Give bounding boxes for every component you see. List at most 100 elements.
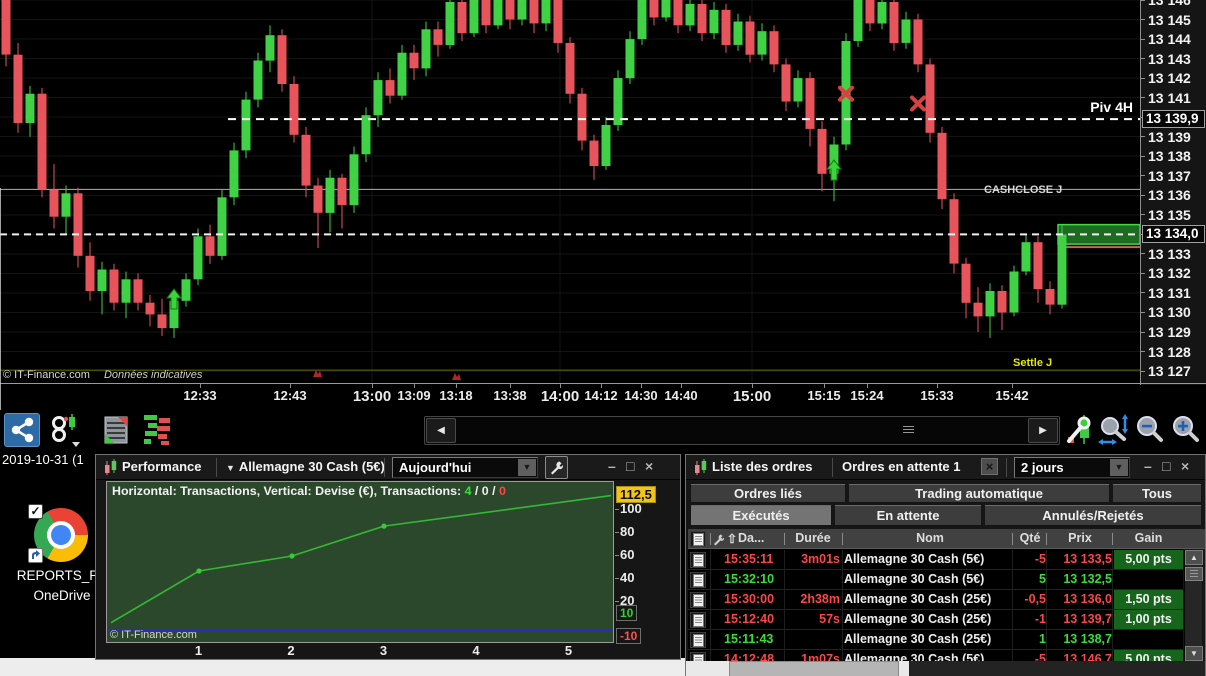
orders-hscroll-thumb[interactable] xyxy=(729,661,899,676)
vscroll-thumb[interactable] xyxy=(1185,567,1203,581)
minimize-button[interactable]: – xyxy=(608,458,616,474)
perf-upper-badge: 10 xyxy=(616,604,638,621)
price-axis[interactable]: 13 127 13 128 13 129 13 130 13 131 13 132 13 1… xyxy=(1140,0,1206,385)
time-axis-label: 13:00 xyxy=(352,388,392,405)
report-button[interactable] xyxy=(98,413,134,447)
tab-en-attente[interactable]: En attente xyxy=(834,505,982,526)
column-header-da[interactable]: Da... xyxy=(738,531,778,545)
linked-quotes-button[interactable] xyxy=(48,413,84,447)
candlestick-mini-icon xyxy=(695,459,707,475)
titlebar-separator xyxy=(384,458,385,477)
price-tick xyxy=(1141,214,1145,216)
tab-trading-automatique[interactable]: Trading automatique xyxy=(848,484,1110,503)
period-dropdown[interactable]: Aujourd'hui ▼ xyxy=(392,457,538,478)
orders-table[interactable]: 15:35:11 3m01s Allemagne 30 Cash (5€) -5 13 … xyxy=(688,549,1183,662)
order-duration: 2h38m xyxy=(800,592,840,606)
column-header-nom[interactable]: Nom xyxy=(844,531,1016,545)
scroll-down-button[interactable]: ▼ xyxy=(1185,646,1203,661)
order-row[interactable]: 15:11:43 Allemagne 30 Cash (25€) 1 13 138,7 xyxy=(688,630,1183,650)
order-doc-icon[interactable] xyxy=(690,592,706,608)
scroll-left-button[interactable]: ◀ xyxy=(426,418,456,443)
price-axis-label: 13 133 xyxy=(1148,245,1191,262)
cell-separator xyxy=(784,550,785,570)
tab-ex-cut-s[interactable]: Exécutés xyxy=(690,505,832,526)
column-header-qt[interactable]: Qté xyxy=(1014,531,1046,545)
price-tick xyxy=(1141,155,1145,157)
minimize-button[interactable]: – xyxy=(1144,458,1152,474)
performance-titlebar[interactable]: Performance ▼ Allemagne 30 Cash (5€) Aujo… xyxy=(96,455,680,480)
column-header-prix[interactable]: Prix xyxy=(1048,531,1112,545)
orders-period-dropdown[interactable]: 2 jours ▼ xyxy=(1014,457,1130,478)
order-gain xyxy=(1114,630,1183,649)
equity-line xyxy=(110,494,612,624)
perf-y-tick xyxy=(615,532,619,533)
order-doc-icon[interactable] xyxy=(690,552,706,568)
header-separator xyxy=(1012,533,1013,545)
order-doc-icon[interactable] xyxy=(690,612,706,628)
linked-quotes-icon xyxy=(52,414,80,447)
chevron-down-icon[interactable]: ▼ xyxy=(1110,459,1128,476)
order-name: Allemagne 30 Cash (25€) xyxy=(844,612,992,626)
column-header-dure[interactable]: Durée xyxy=(786,531,840,545)
chevron-down-icon[interactable]: ▼ xyxy=(518,459,536,476)
scroll-right-button[interactable]: ▶ xyxy=(1028,418,1058,443)
maximize-button[interactable]: □ xyxy=(626,458,634,474)
close-button[interactable]: × xyxy=(1181,458,1189,474)
level-label-cashclose: CASHCLOSE J xyxy=(984,184,1062,196)
orders-vscrollbar[interactable]: ▲ ▼ xyxy=(1184,550,1203,662)
chart-settings-button[interactable] xyxy=(1062,413,1098,447)
price-tick xyxy=(1141,194,1145,196)
order-row[interactable]: 15:12:40 57s Allemagne 30 Cash (25€) -1 13 1… xyxy=(688,610,1183,630)
candles xyxy=(1,0,1067,338)
tab-tous[interactable]: Tous xyxy=(1112,484,1202,503)
scrollbar-grip[interactable] xyxy=(903,426,914,435)
price-tick xyxy=(1141,370,1145,372)
scroll-up-button[interactable]: ▲ xyxy=(1185,550,1203,565)
order-price: 13 136,0 xyxy=(1063,592,1112,606)
candlestick-chart[interactable]: Piv 4H CASHCLOSE J Settle J xyxy=(0,0,1140,383)
close-button[interactable]: × xyxy=(645,458,653,474)
order-row[interactable]: 15:35:11 3m01s Allemagne 30 Cash (5€) -5 13 … xyxy=(688,550,1183,570)
time-axis[interactable]: 12:33 12:43 13:00 13:09 13:18 13:38 14:00 14:12… xyxy=(0,384,1206,410)
order-doc-icon[interactable] xyxy=(690,572,706,588)
price-tick xyxy=(1141,77,1145,79)
zoom-out-button[interactable] xyxy=(1132,413,1168,447)
order-book-button[interactable] xyxy=(140,413,176,447)
link-share-button[interactable] xyxy=(4,413,40,447)
cell-separator xyxy=(710,630,711,650)
orders-hscroll-track[interactable] xyxy=(686,661,729,676)
order-book-icon xyxy=(144,415,170,445)
orders-titlebar[interactable]: Liste des ordres Ordres en attente 1 × 2… xyxy=(686,455,1205,480)
pending-close-icon[interactable]: × xyxy=(981,458,998,475)
chart-settings-icon xyxy=(1067,415,1091,444)
order-qty: -0,5 xyxy=(1024,592,1046,606)
shortcut-checkbox[interactable]: ✓ xyxy=(28,504,43,519)
price-tick xyxy=(1141,19,1145,21)
order-duration: 57s xyxy=(819,612,840,626)
tab-annul-s-rejet-s[interactable]: Annulés/Rejetés xyxy=(984,505,1202,526)
maximize-button[interactable]: □ xyxy=(1162,458,1170,474)
zoom-in-button[interactable] xyxy=(1168,413,1204,447)
chart-hscrollbar[interactable]: ◀ ▶ xyxy=(424,416,1060,445)
time-axis-label: 13:38 xyxy=(493,388,527,403)
price-axis-label: 13 135 xyxy=(1148,206,1191,223)
instrument-selector[interactable]: ▼ Allemagne 30 Cash (5€) xyxy=(226,459,385,474)
settings-button[interactable] xyxy=(545,456,568,479)
perf-y-label: 40 xyxy=(620,570,635,585)
zoom-fit-button[interactable] xyxy=(1096,413,1132,447)
column-header-gain[interactable]: Gain xyxy=(1114,531,1183,545)
orders-table-header[interactable]: ⇧ Da... Durée Nom Qté Prix Gain xyxy=(688,529,1205,549)
performance-window: Performance ▼ Allemagne 30 Cash (5€) Aujo… xyxy=(95,454,681,660)
orders-hscroll-track[interactable] xyxy=(899,661,909,676)
order-doc-icon[interactable] xyxy=(690,632,706,648)
tab-ordres-li-s[interactable]: Ordres liés xyxy=(690,484,846,503)
pending-orders-button[interactable]: Ordres en attente 1 xyxy=(842,459,961,474)
equity-point xyxy=(196,568,202,574)
order-row[interactable]: 15:32:10 Allemagne 30 Cash (5€) 5 13 132,5 xyxy=(688,570,1183,590)
orders-hscroll-track[interactable] xyxy=(909,661,1205,676)
order-row[interactable]: 15:30:00 2h38m Allemagne 30 Cash (25€) -0,5… xyxy=(688,590,1183,610)
cell-separator xyxy=(1046,570,1047,590)
performance-plot[interactable]: Horizontal: Transactions, Vertical: Devi… xyxy=(106,481,614,643)
header-separator xyxy=(784,533,785,545)
chart-copyright: © IT-Finance.com Données indicatives xyxy=(3,369,202,381)
